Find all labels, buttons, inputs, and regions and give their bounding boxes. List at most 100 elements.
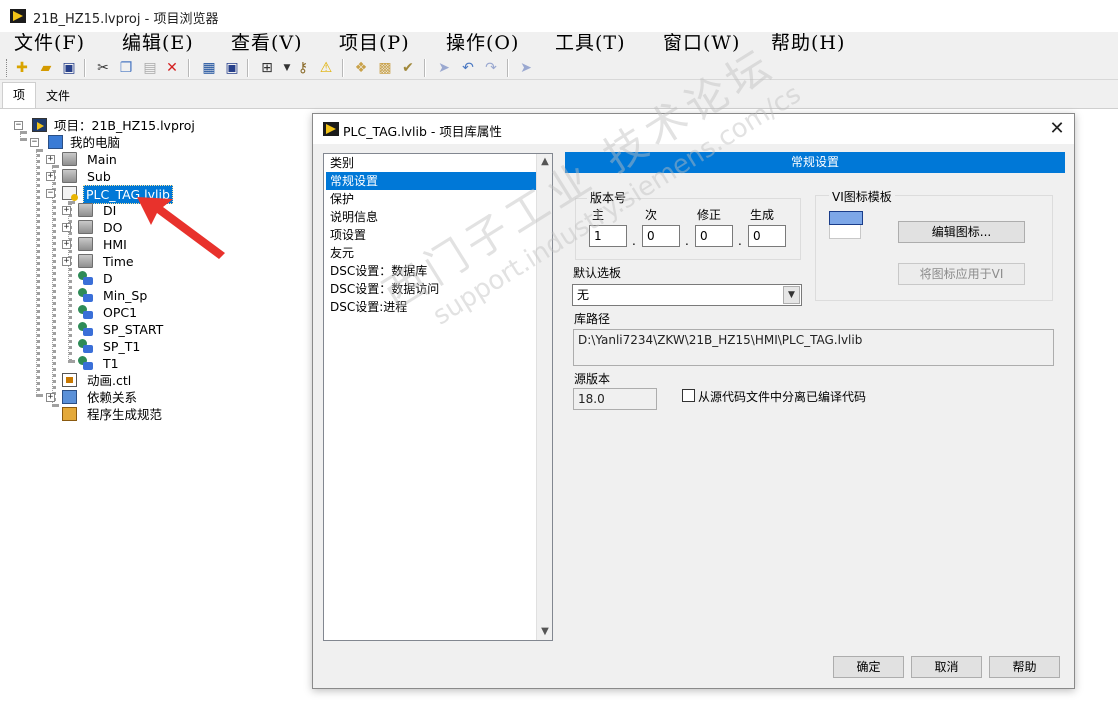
category-general[interactable]: 常规设置: [326, 172, 536, 190]
build-icon[interactable]: ▦: [200, 59, 218, 77]
expand-icon[interactable]: +: [62, 223, 71, 232]
delete-icon[interactable]: ✕: [163, 59, 181, 77]
toolbar: ✚ ▰ ▣ ✂ ❐ ▤ ✕ ▦ ▣ ⊞ ▼ ⚷ ⚠ ❖ ▩ ✔ ➤ ↶ ↷ ➤: [0, 56, 1118, 80]
vi-icon-preview: [829, 211, 863, 239]
tree-label: SP_T1: [103, 339, 141, 354]
open-folder-icon[interactable]: ▰: [37, 59, 55, 77]
tree-item-d[interactable]: D: [78, 270, 138, 287]
tree-label: Min_Sp: [103, 288, 148, 303]
tree-item-hmi[interactable]: + HMI: [62, 236, 132, 253]
run-icon[interactable]: ➤: [435, 59, 453, 77]
copy-icon[interactable]: ❐: [117, 59, 135, 77]
category-dsc-process[interactable]: DSC设置:进程: [326, 298, 536, 316]
default-palette-select[interactable]: 无 ▼: [572, 284, 802, 306]
tree-item-build-specifications[interactable]: 程序生成规范: [46, 406, 176, 423]
library-path-field[interactable]: D:\Yanli7234\ZKW\21B_HZ15\HMI\PLC_TAG.lv…: [573, 329, 1054, 366]
tree-item-do[interactable]: + DO: [62, 219, 132, 236]
view-icon[interactable]: ⊞: [258, 59, 276, 77]
tree-item-my-computer[interactable]: − 我的电脑: [30, 134, 150, 151]
category-dsc-database[interactable]: DSC设置：数据库: [326, 262, 536, 280]
tab-files[interactable]: 文件: [38, 84, 78, 108]
help-button[interactable]: 帮助: [989, 656, 1060, 678]
tree-label: Main: [87, 152, 117, 167]
toolbar-grip[interactable]: [6, 59, 9, 77]
chevron-down-icon[interactable]: ▼: [783, 286, 800, 304]
library-properties-dialog: PLC_TAG.lvlib - 项目库属性 ✕ 类别 常规设置 保护 说明信息 …: [312, 113, 1075, 689]
tree-item-animation-ctl[interactable]: 动画.ctl: [62, 372, 152, 389]
build-version-input[interactable]: 0: [748, 225, 786, 247]
close-icon[interactable]: ✕: [1046, 118, 1068, 140]
menu-operate[interactable]: 操作(O): [446, 32, 519, 55]
menu-view[interactable]: 查看(V): [231, 32, 303, 55]
redo-icon[interactable]: ↷: [482, 59, 500, 77]
tree-item-time[interactable]: + Time: [62, 253, 142, 270]
library-add-icon[interactable]: ❖: [352, 59, 370, 77]
tree-item-min-sp[interactable]: Min_Sp: [78, 287, 158, 304]
tree-item-di[interactable]: + DI: [62, 202, 132, 219]
help-icon[interactable]: ➤: [517, 59, 535, 77]
category-documentation[interactable]: 说明信息: [326, 208, 536, 226]
warning-icon[interactable]: ⚠: [317, 59, 335, 77]
category-list: 类别 常规设置 保护 说明信息 项设置 友元 DSC设置：数据库 DSC设置：数…: [323, 153, 553, 641]
expand-icon[interactable]: +: [62, 257, 71, 266]
collapse-icon[interactable]: −: [14, 121, 23, 130]
menu-project[interactable]: 项目(P): [339, 32, 410, 55]
dialog-titlebar: PLC_TAG.lvlib - 项目库属性 ✕: [313, 114, 1074, 144]
key-icon[interactable]: ⚷: [294, 59, 312, 77]
expand-icon[interactable]: +: [62, 240, 71, 249]
collapse-icon[interactable]: −: [30, 138, 39, 147]
tree-item-sp-start[interactable]: SP_START: [78, 321, 178, 338]
fix-version-input[interactable]: 0: [695, 225, 733, 247]
apply-icon-to-vi-button[interactable]: 将图标应用于VI: [898, 263, 1025, 285]
scroll-down-icon[interactable]: ▼: [537, 624, 553, 640]
separate-compiled-code-checkbox[interactable]: [682, 389, 695, 402]
expand-icon[interactable]: +: [46, 172, 55, 181]
library-path-label: 库路径: [574, 312, 611, 326]
tab-items[interactable]: 项: [2, 82, 36, 108]
menu-tools[interactable]: 工具(T): [555, 32, 626, 55]
tree-item-opc1[interactable]: OPC1: [78, 304, 158, 321]
ok-button[interactable]: 确定: [833, 656, 904, 678]
library-check-icon[interactable]: ✔: [399, 59, 417, 77]
tree-item-plc-tag-library[interactable]: − PLC_TAG.lvlib: [46, 185, 176, 204]
tree-item-dependencies[interactable]: + 依赖关系: [46, 389, 146, 406]
category-dsc-data-access[interactable]: DSC设置：数据访问: [326, 280, 536, 298]
library-icon: [62, 186, 78, 201]
edit-icon-button[interactable]: 编辑图标...: [898, 221, 1025, 243]
collapse-icon[interactable]: −: [46, 189, 55, 198]
category-protection[interactable]: 保护: [326, 190, 536, 208]
tree-item-main[interactable]: + Main: [46, 151, 136, 168]
undo-icon[interactable]: ↶: [459, 59, 477, 77]
menu-file[interactable]: 文件(F): [14, 32, 85, 55]
menu-edit[interactable]: 编辑(E): [122, 32, 194, 55]
category-item-settings[interactable]: 项设置: [326, 226, 536, 244]
expand-icon[interactable]: +: [62, 206, 71, 215]
tree-item-project[interactable]: − 项目：21B_HZ15.lvproj: [14, 117, 214, 134]
cancel-button[interactable]: 取消: [911, 656, 982, 678]
toolbar-separator: [188, 59, 190, 77]
cut-icon[interactable]: ✂: [94, 59, 112, 77]
tree-line: [36, 149, 40, 397]
save-icon[interactable]: ▣: [223, 59, 241, 77]
scroll-up-icon[interactable]: ▲: [537, 154, 553, 170]
labview-app-icon: [10, 9, 26, 23]
paste-icon[interactable]: ▤: [141, 59, 159, 77]
minor-version-input[interactable]: 0: [642, 225, 680, 247]
tree-label: T1: [103, 356, 119, 371]
window-title: 21B_HZ15.lvproj - 项目浏览器: [33, 12, 219, 27]
save-all-icon[interactable]: ▣: [60, 59, 78, 77]
tree-item-sp-t1[interactable]: SP_T1: [78, 338, 158, 355]
major-version-input[interactable]: 1: [589, 225, 627, 247]
category-friends[interactable]: 友元: [326, 244, 536, 262]
new-file-icon[interactable]: ✚: [13, 59, 31, 77]
expand-icon[interactable]: +: [46, 393, 55, 402]
menu-help[interactable]: 帮助(H): [771, 32, 845, 55]
expand-icon[interactable]: +: [46, 155, 55, 164]
shared-variable-icon: [78, 339, 93, 353]
library-icon[interactable]: ▩: [376, 59, 394, 77]
menu-window[interactable]: 窗口(W): [663, 32, 740, 55]
tree-item-sub[interactable]: + Sub: [46, 168, 136, 185]
category-scrollbar[interactable]: ▲ ▼: [536, 154, 552, 640]
tree-item-t1[interactable]: T1: [78, 355, 138, 372]
folder-icon: [78, 237, 93, 251]
